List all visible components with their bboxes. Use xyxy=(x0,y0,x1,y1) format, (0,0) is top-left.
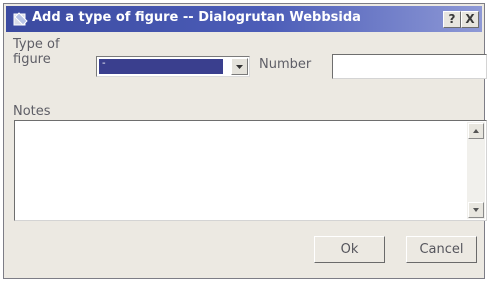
dialog-app-icon xyxy=(13,12,28,26)
title-bar[interactable]: Add a type of figure -- Dialogrutan Webb… xyxy=(6,6,482,32)
close-button[interactable]: X xyxy=(461,11,479,28)
help-button[interactable]: ? xyxy=(443,11,461,28)
window-title: Add a type of figure -- Dialogrutan Webb… xyxy=(32,10,361,25)
notes-textarea[interactable] xyxy=(14,120,487,221)
cancel-button[interactable]: Cancel xyxy=(406,236,477,263)
selected-type-value: - xyxy=(99,59,223,74)
number-input[interactable] xyxy=(332,54,487,79)
number-label: Number xyxy=(259,57,312,72)
arrow-down-icon xyxy=(473,208,479,212)
scroll-up-button[interactable] xyxy=(468,123,484,139)
scroll-down-button[interactable] xyxy=(468,202,484,218)
dropdown-button[interactable] xyxy=(231,58,248,75)
arrow-up-icon xyxy=(473,129,479,133)
notes-label: Notes xyxy=(13,104,51,119)
notes-scrollbar[interactable] xyxy=(467,122,485,219)
chevron-down-icon xyxy=(236,65,243,69)
type-of-figure-select[interactable]: - xyxy=(96,56,250,77)
dialog-window: Add a type of figure -- Dialogrutan Webb… xyxy=(3,3,487,279)
type-of-figure-label: Type of figure xyxy=(13,37,60,67)
notes-text[interactable] xyxy=(15,121,465,220)
ok-button[interactable]: Ok xyxy=(314,236,385,263)
